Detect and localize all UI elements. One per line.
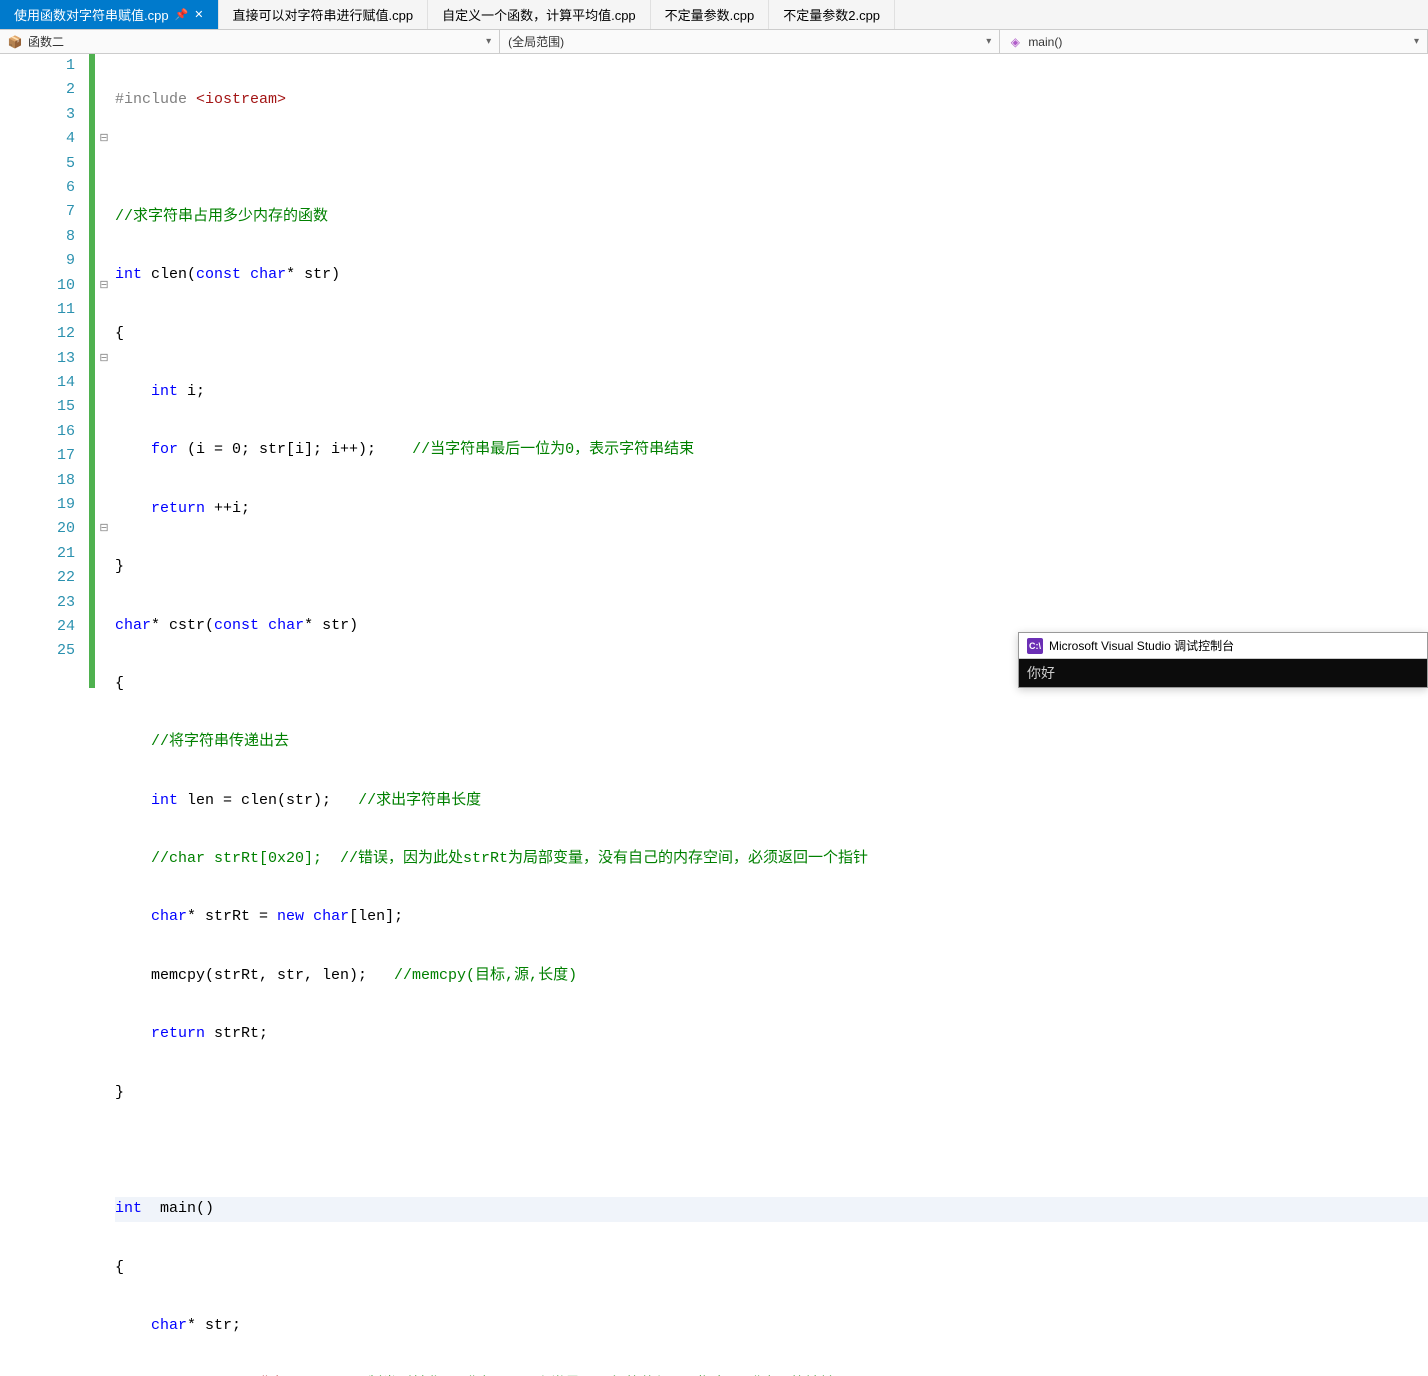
pin-icon[interactable]: 📌 — [175, 8, 189, 21]
line-number: 20 — [0, 517, 75, 541]
code-line: memcpy(strRt, str, len); //memcpy(目标,源,长… — [115, 964, 1428, 988]
line-number: 12 — [0, 322, 75, 346]
line-number: 19 — [0, 493, 75, 517]
fold-toggle[interactable]: ⊟ — [95, 517, 113, 541]
line-number: 14 — [0, 371, 75, 395]
line-number-gutter: 1 2 3 4 5 6 7 8 9 10 11 12 13 14 15 16 1… — [0, 54, 85, 688]
function-scope-label: (全局范围) — [508, 33, 564, 50]
code-line: return ++i; — [115, 497, 1428, 521]
tab-label: 直接可以对字符串进行赋值.cpp — [233, 5, 414, 24]
code-line: char* str; — [115, 1314, 1428, 1338]
code-line: int main() — [115, 1197, 1428, 1221]
tab-label: 不定量参数.cpp — [665, 5, 755, 24]
line-number: 11 — [0, 298, 75, 322]
code-line: //求字符串占用多少内存的函数 — [115, 205, 1428, 229]
code-editor[interactable]: 1 2 3 4 5 6 7 8 9 10 11 12 13 14 15 16 1… — [0, 54, 1428, 688]
code-line: //char strRt[0x20]; //错误，因为此处strRt为局部变量，… — [115, 847, 1428, 871]
tab-label: 不定量参数2.cpp — [783, 5, 880, 24]
line-number: 8 — [0, 225, 75, 249]
fold-toggle[interactable]: ⊟ — [95, 274, 113, 298]
code-content[interactable]: #include <iostream> //求字符串占用多少内存的函数 int … — [113, 54, 1428, 688]
line-number: 22 — [0, 566, 75, 590]
console-icon: C:\ — [1027, 638, 1043, 654]
method-icon: ◈ — [1008, 35, 1022, 49]
fold-column: ⊟ ⊟ ⊟ ⊟ — [95, 54, 113, 688]
console-title-text: Microsoft Visual Studio 调试控制台 — [1049, 637, 1234, 654]
line-number: 16 — [0, 420, 75, 444]
console-titlebar[interactable]: C:\ Microsoft Visual Studio 调试控制台 — [1019, 633, 1427, 659]
code-line: } — [115, 1081, 1428, 1105]
tab-label: 自定义一个函数，计算平均值.cpp — [442, 5, 636, 24]
class-scope-label: 函数二 — [28, 33, 64, 50]
line-number: 13 — [0, 347, 75, 371]
navigation-bar: 📦 函数二 ▾ (全局范围) ▾ ◈ main() ▾ — [0, 30, 1428, 54]
class-icon: 📦 — [8, 35, 22, 49]
line-number: 18 — [0, 469, 75, 493]
function-scope-dropdown[interactable]: (全局范围) ▾ — [500, 30, 1000, 53]
debug-console-window[interactable]: C:\ Microsoft Visual Studio 调试控制台 你好 — [1018, 632, 1428, 688]
line-number: 5 — [0, 152, 75, 176]
code-line — [115, 1139, 1428, 1163]
code-line: char* strRt = new char[len]; — [115, 905, 1428, 929]
tab-file[interactable]: 直接可以对字符串进行赋值.cpp — [219, 0, 429, 29]
code-line: } — [115, 555, 1428, 579]
line-number: 25 — [0, 639, 75, 663]
tab-file[interactable]: 不定量参数.cpp — [651, 0, 770, 29]
code-line — [115, 146, 1428, 170]
line-number: 4 — [0, 127, 75, 151]
line-number: 10 — [0, 274, 75, 298]
tab-label: 使用函数对字符串赋值.cpp — [14, 5, 169, 24]
line-number: 6 — [0, 176, 75, 200]
member-scope-dropdown[interactable]: ◈ main() ▾ — [1000, 30, 1428, 53]
line-number: 24 — [0, 615, 75, 639]
member-scope-label: main() — [1028, 35, 1062, 49]
close-icon[interactable]: ✕ — [194, 8, 203, 21]
code-line: { — [115, 322, 1428, 346]
tab-file[interactable]: 不定量参数2.cpp — [769, 0, 895, 29]
code-line: int len = clen(str); //求出字符串长度 — [115, 789, 1428, 813]
code-line: //将字符串传递出去 — [115, 730, 1428, 754]
chevron-down-icon: ▾ — [1414, 36, 1419, 47]
chevron-down-icon: ▾ — [486, 36, 491, 47]
fold-toggle[interactable]: ⊟ — [95, 127, 113, 151]
class-scope-dropdown[interactable]: 📦 函数二 ▾ — [0, 30, 500, 53]
code-line: for (i = 0; str[i]; i++); //当字符串最后一位为0，表… — [115, 438, 1428, 462]
line-number: 3 — [0, 103, 75, 127]
tab-file[interactable]: 自定义一个函数，计算平均值.cpp — [428, 0, 651, 29]
code-line: { — [115, 1256, 1428, 1280]
code-line: return strRt; — [115, 1022, 1428, 1046]
line-number: 15 — [0, 395, 75, 419]
line-number: 7 — [0, 200, 75, 224]
console-output: 你好 — [1019, 659, 1427, 687]
line-number: 1 — [0, 54, 75, 78]
chevron-down-icon: ▾ — [986, 36, 991, 47]
tab-file-active[interactable]: 使用函数对字符串赋值.cpp 📌 ✕ — [0, 0, 219, 29]
fold-toggle[interactable]: ⊟ — [95, 347, 113, 371]
line-number: 21 — [0, 542, 75, 566]
code-line: int i; — [115, 380, 1428, 404]
line-number: 17 — [0, 444, 75, 468]
line-number: 23 — [0, 591, 75, 615]
line-number: 2 — [0, 78, 75, 102]
line-number: 9 — [0, 249, 75, 273]
console-output-text: 你好 — [1027, 667, 1055, 683]
code-line: int clen(const char* str) — [115, 263, 1428, 287]
code-line: #include <iostream> — [115, 88, 1428, 112]
tab-bar: 使用函数对字符串赋值.cpp 📌 ✕ 直接可以对字符串进行赋值.cpp 自定义一… — [0, 0, 1428, 30]
code-line: str = cstr("你好"); //强制类型转化，"你好"是一个常量；强行的… — [115, 1373, 1428, 1376]
